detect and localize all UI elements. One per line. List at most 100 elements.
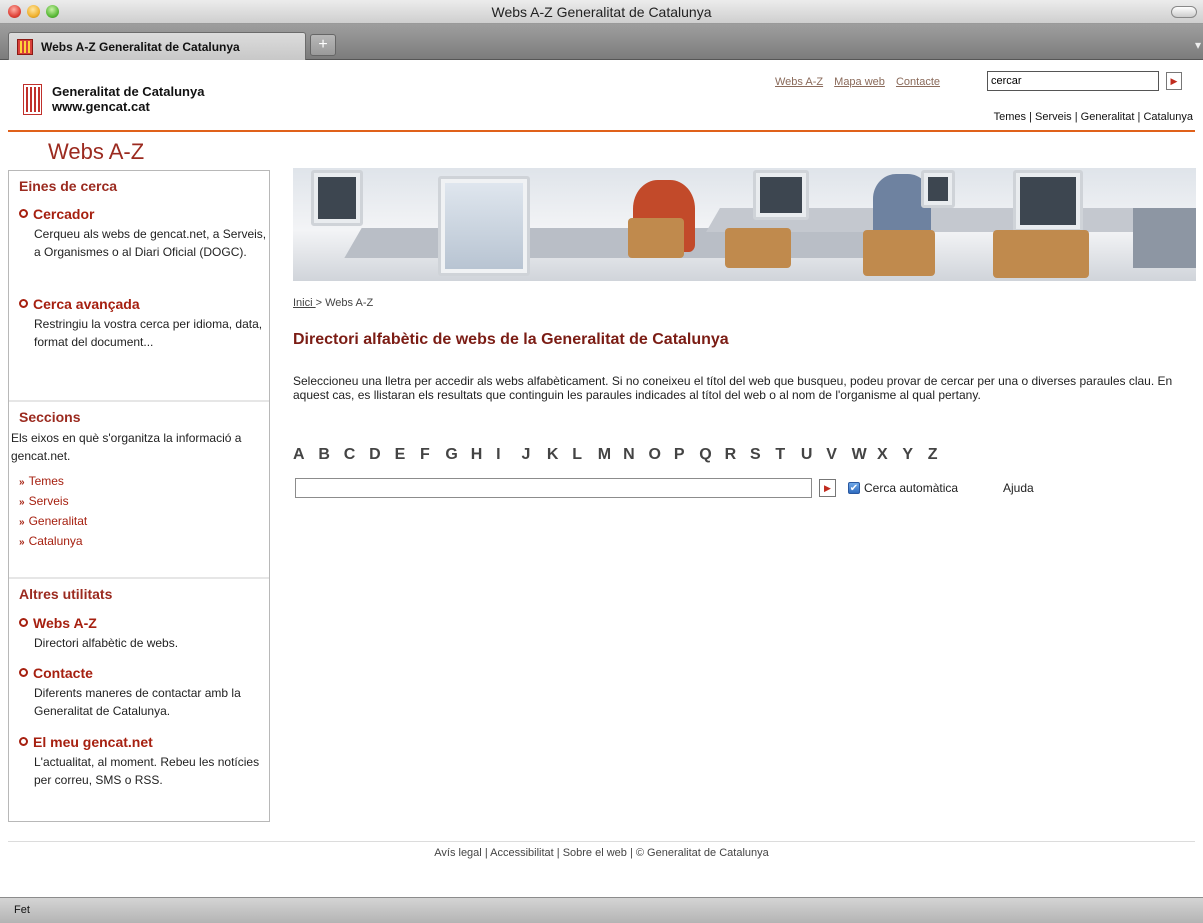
footer-divider [8, 841, 1195, 842]
bullet-icon [19, 618, 28, 627]
nav-separator: | [1137, 111, 1141, 123]
bullet-icon [19, 668, 28, 677]
letter-a-link[interactable]: A [293, 446, 318, 464]
breadcrumb: Inici > Webs A-Z [293, 297, 373, 309]
new-tab-button[interactable]: + [310, 34, 336, 56]
breadcrumb-home-link[interactable]: Inici [293, 297, 316, 309]
webs-az-link[interactable]: Webs A-Z [775, 76, 823, 88]
letter-i-link[interactable]: I [496, 446, 521, 464]
letter-k-link[interactable]: K [547, 446, 572, 464]
letter-d-link[interactable]: D [369, 446, 394, 464]
double-chevron-icon: » [19, 537, 25, 548]
sidebar-item-catalunya[interactable]: » Catalunya [19, 534, 83, 548]
toolbar-toggle-button[interactable] [1171, 6, 1197, 18]
window-titlebar: Webs A-Z Generalitat de Catalunya [0, 0, 1203, 24]
auto-search-checkbox[interactable]: ✔ [848, 482, 860, 494]
site-search-go-button[interactable]: ▶ [1166, 72, 1182, 90]
cerca-avancada-description: Restringiu la vostra cerca per idioma, d… [34, 317, 263, 349]
letter-r-link[interactable]: R [725, 446, 750, 464]
letter-b-link[interactable]: B [318, 446, 343, 464]
site-map-link[interactable]: Mapa web [834, 76, 885, 88]
letter-e-link[interactable]: E [395, 446, 420, 464]
letter-t-link[interactable]: T [775, 446, 800, 464]
auto-search-label[interactable]: Cerca automàtica [864, 481, 958, 495]
directory-search-go-button[interactable]: ▶ [819, 479, 836, 497]
footer-separator: | [629, 847, 633, 859]
tab-webs-az[interactable]: Webs A-Z Generalitat de Catalunya [8, 32, 306, 60]
sidebar-link-webs-az[interactable]: Webs A-Z [19, 615, 97, 631]
breadcrumb-current: Webs A-Z [325, 297, 374, 309]
tab-label: Webs A-Z Generalitat de Catalunya [41, 40, 240, 54]
letter-y-link[interactable]: Y [902, 446, 927, 464]
site-search-input[interactable] [987, 71, 1159, 91]
accessibility-link[interactable]: Accessibilitat [490, 847, 554, 859]
bullet-icon [19, 209, 28, 218]
letter-l-link[interactable]: L [572, 446, 597, 464]
nav-generalitat[interactable]: Generalitat [1081, 111, 1135, 123]
org-name[interactable]: Generalitat de Catalunya [52, 84, 204, 99]
status-bar: Fet [0, 897, 1203, 923]
letter-z-link[interactable]: Z [928, 446, 953, 464]
gencat-logo-icon[interactable] [23, 84, 42, 115]
legal-notice-link[interactable]: Avís legal [434, 847, 482, 859]
letter-s-link[interactable]: S [750, 446, 775, 464]
window-title: Webs A-Z Generalitat de Catalunya [491, 4, 712, 20]
letter-n-link[interactable]: N [623, 446, 648, 464]
monitor-shape [753, 170, 809, 220]
footer: Avís legal | Accessibilitat | Sobre el w… [0, 847, 1203, 859]
double-chevron-icon: » [19, 517, 25, 528]
letter-f-link[interactable]: F [420, 446, 445, 464]
copyright-link[interactable]: © Generalitat de Catalunya [636, 847, 769, 859]
letter-q-link[interactable]: Q [699, 446, 724, 464]
bullet-icon [19, 299, 28, 308]
sidebar-link-el-meu-gencat[interactable]: El meu gencat.net [19, 734, 153, 750]
directory-title: Directori alfabètic de webs de la Genera… [293, 331, 729, 348]
sidebar-item-serveis[interactable]: » Serveis [19, 494, 69, 508]
status-text: Fet [14, 904, 30, 916]
footer-separator: | [484, 847, 488, 859]
letter-j-link[interactable]: J [522, 446, 547, 464]
letter-m-link[interactable]: M [598, 446, 623, 464]
sidebar-link-contacte[interactable]: Contacte [19, 665, 93, 681]
sidebar: Eines de cerca Cercador Cerqueu als webs… [8, 170, 270, 822]
letter-o-link[interactable]: O [648, 446, 673, 464]
sidebar-link-cercador[interactable]: Cercador [19, 206, 94, 222]
desk-shape [344, 228, 882, 258]
about-link[interactable]: Sobre el web [563, 847, 627, 859]
nav-separator: | [1074, 111, 1078, 123]
monitor-shape [921, 170, 955, 208]
contact-link[interactable]: Contacte [896, 76, 940, 88]
monitor-shape [311, 170, 363, 226]
letter-g-link[interactable]: G [445, 446, 470, 464]
webs-az-description: Directori alfabètic de webs. [34, 636, 179, 650]
other-utilities-heading: Altres utilitats [19, 586, 113, 602]
letter-w-link[interactable]: W [852, 446, 877, 464]
nav-temes[interactable]: Temes [994, 111, 1026, 123]
sidebar-item-generalitat[interactable]: » Generalitat [19, 514, 87, 528]
monitor-shape [438, 176, 530, 276]
tab-overflow-icon[interactable]: ▾ [1195, 38, 1201, 52]
help-link[interactable]: Ajuda [1003, 481, 1034, 495]
chair-shape [993, 230, 1089, 278]
nav-catalunya[interactable]: Catalunya [1143, 111, 1193, 123]
search-tools-heading: Eines de cerca [19, 178, 118, 194]
cercador-description: Cerqueu als webs de gencat.net, a Servei… [34, 227, 267, 259]
sections-description: Els eixos en què s'organitza la informac… [11, 431, 242, 463]
footer-separator: | [556, 847, 560, 859]
letter-c-link[interactable]: C [344, 446, 369, 464]
nav-serveis[interactable]: Serveis [1035, 111, 1072, 123]
letter-p-link[interactable]: P [674, 446, 699, 464]
sidebar-link-cerca-avancada[interactable]: Cerca avançada [19, 296, 140, 312]
directory-search-input[interactable] [295, 478, 812, 498]
utility-links: Webs A-Z Mapa web Contacte [775, 76, 948, 88]
hero-banner-image [293, 168, 1196, 281]
org-url[interactable]: www.gencat.cat [52, 99, 150, 114]
letter-x-link[interactable]: X [877, 446, 902, 464]
letter-v-link[interactable]: V [826, 446, 851, 464]
alphabet-index: ABCDEFGHIJKLMNOPQRSTUVWXYZ [293, 446, 953, 464]
letter-h-link[interactable]: H [471, 446, 496, 464]
sections-nav: Temes | Serveis | Generalitat | Cataluny… [994, 111, 1193, 123]
sidebar-item-temes[interactable]: » Temes [19, 474, 64, 488]
directory-intro: Seleccioneu una lletra per accedir als w… [293, 374, 1173, 402]
letter-u-link[interactable]: U [801, 446, 826, 464]
